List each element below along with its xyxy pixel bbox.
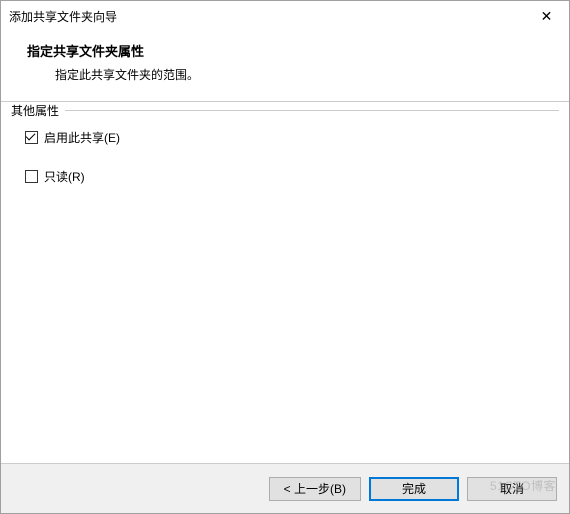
enable-share-checkbox[interactable] <box>25 131 38 144</box>
read-only-checkbox[interactable] <box>25 170 38 183</box>
enable-share-checkbox-row[interactable]: 启用此共享(E) <box>25 129 559 146</box>
close-button[interactable]: ✕ <box>524 1 569 31</box>
read-only-label: 只读(R) <box>44 168 85 185</box>
wizard-window: 添加共享文件夹向导 ✕ 指定共享文件夹属性 指定此共享文件夹的范围。 其他属性 … <box>0 0 570 514</box>
checkbox-group: 启用此共享(E) 只读(R) <box>11 111 559 185</box>
read-only-checkbox-row[interactable]: 只读(R) <box>25 168 559 185</box>
wizard-header-subtitle: 指定此共享文件夹的范围。 <box>27 66 557 83</box>
wizard-footer: < 上一步(B) 完成 取消 <box>1 463 569 513</box>
enable-share-label: 启用此共享(E) <box>44 129 120 146</box>
fieldset-legend: 其他属性 <box>11 102 65 119</box>
window-title: 添加共享文件夹向导 <box>9 8 117 25</box>
cancel-button[interactable]: 取消 <box>467 477 557 501</box>
finish-button[interactable]: 完成 <box>369 477 459 501</box>
close-icon: ✕ <box>541 8 553 25</box>
other-attributes-fieldset: 其他属性 启用此共享(E) 只读(R) <box>11 110 559 185</box>
titlebar: 添加共享文件夹向导 ✕ <box>1 1 569 31</box>
wizard-body: 其他属性 启用此共享(E) 只读(R) <box>1 102 569 463</box>
back-button[interactable]: < 上一步(B) <box>269 477 361 501</box>
wizard-header: 指定共享文件夹属性 指定此共享文件夹的范围。 <box>1 31 569 101</box>
wizard-header-title: 指定共享文件夹属性 <box>27 41 557 60</box>
